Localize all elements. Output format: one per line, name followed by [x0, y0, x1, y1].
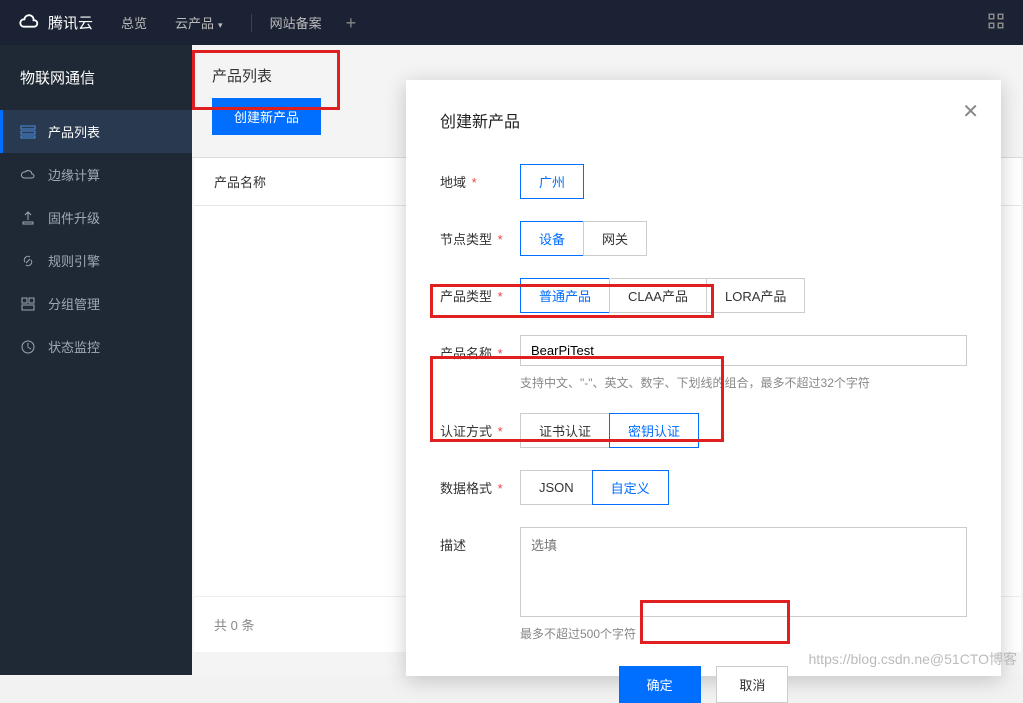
chevron-down-icon: ▾	[218, 20, 223, 30]
cancel-button[interactable]: 取消	[716, 666, 788, 703]
watermark: https://blog.csdn.ne@51CTO博客	[809, 649, 1018, 669]
sidebar-item-edge[interactable]: 边缘计算	[0, 153, 192, 196]
auth-opt-cert[interactable]: 证书认证	[520, 413, 610, 448]
sidebar-item-label: 边缘计算	[48, 165, 100, 184]
sidebar-item-label: 规则引擎	[48, 251, 100, 270]
link-icon	[20, 253, 36, 269]
modal-title: 创建新产品	[440, 108, 967, 132]
desc-label: 描述	[440, 527, 520, 554]
sidebar-title: 物联网通信	[0, 63, 192, 110]
ptype-opt-claa[interactable]: CLAA产品	[609, 278, 707, 313]
product-type-options: 普通产品 CLAA产品 LORA产品	[520, 278, 805, 313]
monitor-icon	[20, 339, 36, 355]
apps-grid-icon[interactable]	[987, 12, 1005, 30]
region-opt-guangzhou[interactable]: 广州	[520, 164, 584, 199]
confirm-button[interactable]: 确定	[619, 666, 701, 703]
sidebar-item-label: 分组管理	[48, 294, 100, 313]
node-type-label: 节点类型 *	[440, 221, 520, 248]
format-label: 数据格式 *	[440, 470, 520, 497]
header-right	[987, 12, 1005, 33]
brand-text: 腾讯云	[48, 12, 93, 33]
upgrade-icon	[20, 210, 36, 226]
auth-opt-key[interactable]: 密钥认证	[609, 413, 699, 448]
sidebar-item-products[interactable]: 产品列表	[0, 110, 192, 153]
node-type-options: 设备 网关	[520, 221, 647, 256]
ptype-opt-normal[interactable]: 普通产品	[520, 278, 610, 313]
ptype-opt-lora[interactable]: LORA产品	[706, 278, 805, 313]
product-name-input[interactable]	[520, 335, 967, 366]
sidebar-item-label: 产品列表	[48, 122, 100, 141]
region-label: 地域 *	[440, 164, 520, 191]
format-opt-json[interactable]: JSON	[520, 470, 593, 505]
sidebar-item-groups[interactable]: 分组管理	[0, 282, 192, 325]
format-options: JSON 自定义	[520, 470, 669, 505]
cloud-logo-icon	[18, 12, 40, 34]
nav-products[interactable]: 云产品▾	[175, 13, 223, 32]
auth-options: 证书认证 密钥认证	[520, 413, 699, 448]
format-opt-custom[interactable]: 自定义	[592, 470, 669, 505]
sidebar-item-label: 状态监控	[48, 337, 100, 356]
modal-footer: 确定 取消	[440, 666, 967, 703]
sidebar-item-rules[interactable]: 规则引擎	[0, 239, 192, 282]
list-icon	[20, 124, 36, 140]
product-type-label: 产品类型 *	[440, 278, 520, 305]
nav-beian[interactable]: 网站备案	[270, 13, 322, 32]
product-name-hint: 支持中文、"-"、英文、数字、下划线的组合，最多不超过32个字符	[520, 374, 967, 391]
desc-hint: 最多不超过500个字符	[520, 625, 967, 642]
sidebar-item-monitor[interactable]: 状态监控	[0, 325, 192, 368]
region-options: 广州	[520, 164, 584, 199]
close-icon[interactable]: ✕	[962, 102, 979, 122]
top-header: 腾讯云 总览 云产品▾ 网站备案 +	[0, 0, 1023, 45]
cloud-icon	[20, 167, 36, 183]
auth-label: 认证方式 *	[440, 413, 520, 440]
create-product-modal: ✕ 创建新产品 地域 * 广州 节点类型 * 设备 网关 产品类型 * 普通产品…	[406, 80, 1001, 676]
create-product-button[interactable]: 创建新产品	[212, 98, 321, 135]
sidebar-item-firmware[interactable]: 固件升级	[0, 196, 192, 239]
desc-textarea[interactable]	[520, 527, 967, 617]
node-opt-device[interactable]: 设备	[520, 221, 584, 256]
group-icon	[20, 296, 36, 312]
nav-divider	[251, 14, 252, 32]
sidebar: 物联网通信 产品列表 边缘计算 固件升级 规则引擎 分组管理 状态监控	[0, 45, 192, 675]
product-name-label: 产品名称 *	[440, 335, 520, 362]
sidebar-item-label: 固件升级	[48, 208, 100, 227]
node-opt-gateway[interactable]: 网关	[583, 221, 647, 256]
brand-block: 腾讯云	[18, 12, 93, 34]
nav-overview[interactable]: 总览	[121, 13, 147, 32]
plus-icon[interactable]: +	[346, 14, 357, 32]
